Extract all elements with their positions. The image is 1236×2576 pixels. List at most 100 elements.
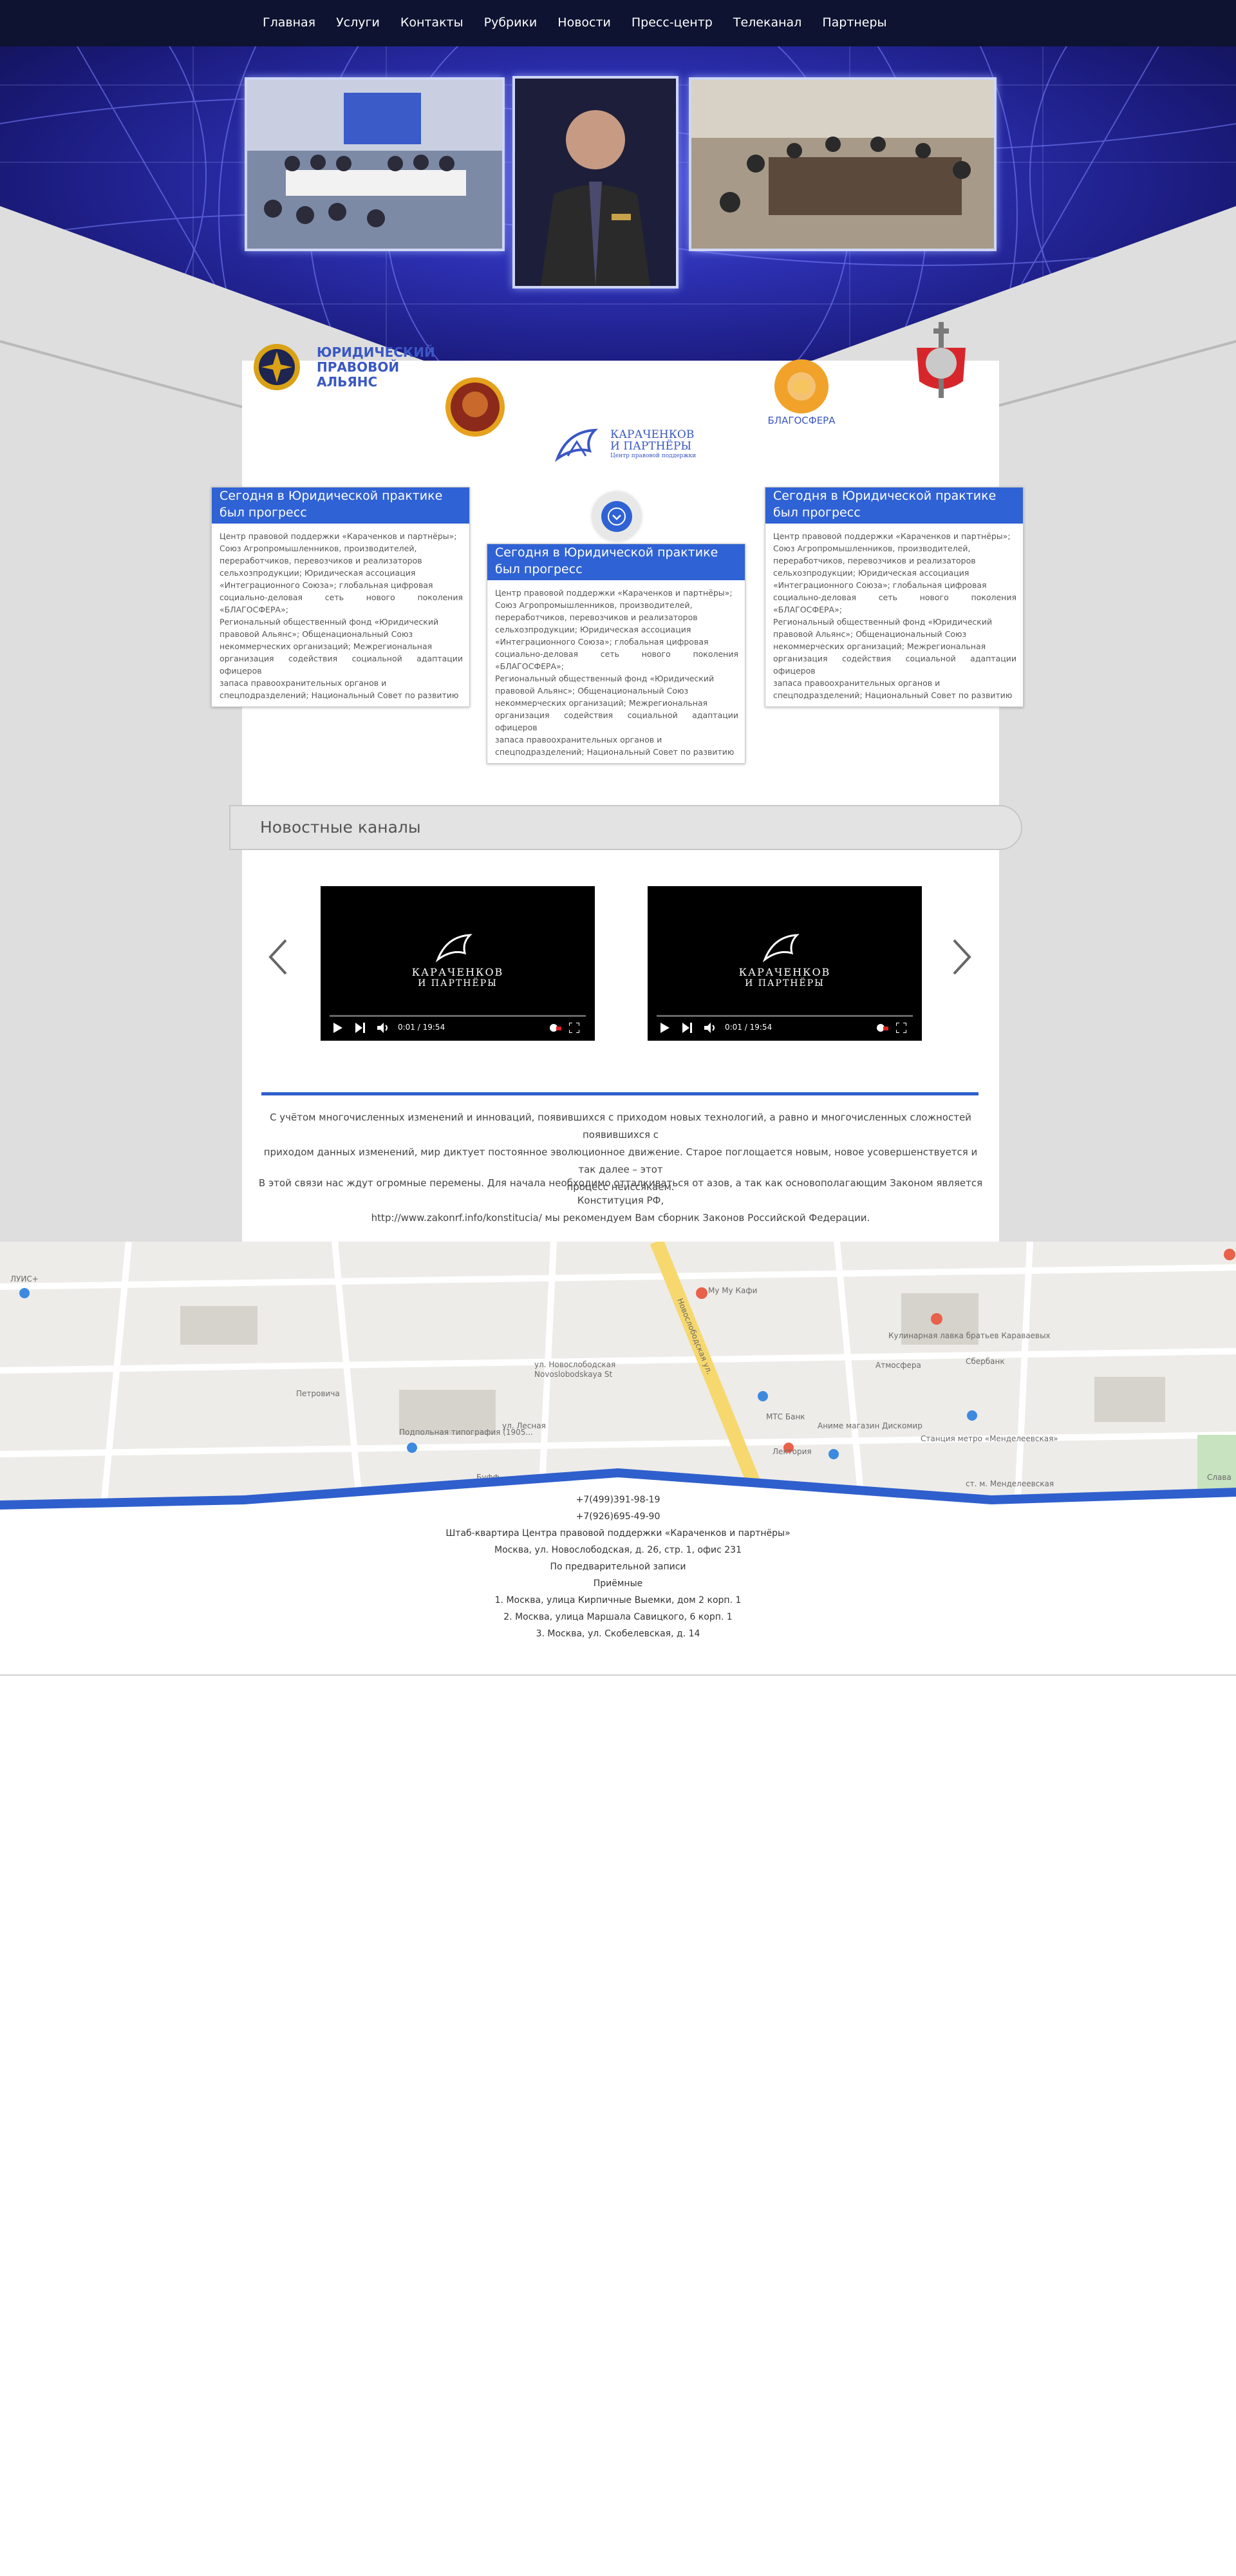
agro-union-logo[interactable]: [444, 376, 506, 438]
card-text: Центр правовой поддержки «Караченков и п…: [220, 531, 463, 700]
karachenkov-emblem-icon: [554, 428, 599, 462]
map-label: МТС Банк: [766, 1412, 805, 1421]
nav-menu: Главная Услуги Контакты Рубрики Новости …: [263, 15, 908, 30]
footer-divider: [0, 1674, 1236, 1676]
card-title: Сегодня в Юридической практике был прогр…: [212, 488, 469, 524]
map-label: Лектория: [772, 1447, 812, 1456]
constitution-line: В этой связи нас ждут огромные перемены.…: [258, 1177, 983, 1206]
footer-reception-1: 1. Москва, улица Кирпичные Выемки, дом 2…: [494, 1595, 742, 1605]
fullscreen-icon[interactable]: [569, 1023, 579, 1033]
settings-icon[interactable]: [876, 1023, 888, 1033]
constitution-link-line[interactable]: http://www.zakonrf.info/konstitucia/ мы …: [255, 1209, 986, 1227]
footer-reception-3: 3. Москва, ул. Скобелевская, д. 14: [536, 1629, 700, 1639]
karachenkov-name-line2: И ПАРТНЁРЫ: [610, 440, 692, 453]
carousel-next-icon[interactable]: [950, 938, 973, 976]
carousel-prev-icon[interactable]: [267, 938, 290, 976]
news-channels-title: Новостные каналы: [260, 818, 421, 837]
chevron-down-icon: [608, 507, 626, 526]
alliance-line-1: ЮРИДИЧЕСКИЙ: [317, 345, 435, 360]
karachenkov-subtitle: Центр правовой поддержки: [610, 453, 697, 459]
play-icon[interactable]: [333, 1023, 342, 1033]
card-text: Центр правовой поддержки «Караченков и п…: [495, 588, 738, 757]
map-label: Петровича: [296, 1389, 340, 1398]
video-logo-line1: КАРАЧЕНКОВ: [738, 966, 831, 978]
video-logo: КАРАЧЕНКОВ И ПАРТНЁРЫ: [648, 931, 922, 989]
divider-rule: [261, 1092, 979, 1095]
map-label: ул. Новослободская: [534, 1360, 615, 1369]
play-icon[interactable]: [660, 1023, 670, 1033]
footer-phone-2[interactable]: +7(926)695-49-90: [0, 1508, 1236, 1525]
video-time: 0:01 / 19:54: [398, 1023, 445, 1032]
card-title-line2: был прогресс: [773, 506, 861, 520]
karachenkov-partners-logo[interactable]: КАРАЧЕНКОВ И ПАРТНЁРЫ Центр правовой под…: [554, 425, 697, 465]
footer-phone-1[interactable]: +7(499)391-98-19: [0, 1492, 1236, 1508]
intro-line: С учётом многочисленных изменений и инно…: [270, 1112, 971, 1141]
card-title-line2: был прогресс: [220, 506, 307, 520]
map-label: ул. Лесная: [502, 1421, 546, 1430]
karachenkov-emblem-icon: [435, 934, 473, 963]
nav-item-tv-channel[interactable]: Телеканал: [733, 15, 801, 30]
footer-address: Москва, ул. Новослободская, д. 26, стр. …: [494, 1545, 742, 1555]
scroll-down-circle: [601, 501, 632, 532]
nav-item-news[interactable]: Новости: [557, 15, 611, 30]
card-text: Центр правовой поддержки «Караченков и п…: [773, 531, 1016, 700]
blagosfera-label: БЛАГОСФЕРА: [767, 415, 836, 426]
next-track-icon[interactable]: [355, 1023, 366, 1033]
map-label: Станция метро «Менделеевская»: [921, 1434, 1058, 1443]
map-label: Атмосфера: [876, 1361, 921, 1370]
video-logo-line1: КАРАЧЕНКОВ: [411, 966, 504, 978]
blagosfera-logo[interactable]: БЛАГОСФЕРА: [760, 358, 843, 429]
video-logo-line2: И ПАРТНЁРЫ: [745, 978, 825, 989]
map-label: Кулинарная лавка братьев Караваевых: [888, 1331, 1051, 1340]
practice-card-center[interactable]: Сегодня в Юридической практике был прогр…: [487, 544, 745, 764]
officers-organization-logo[interactable]: [909, 322, 973, 406]
video-time: 0:01 / 19:54: [725, 1023, 772, 1032]
practice-card-right[interactable]: Сегодня в Юридической практике был прогр…: [765, 487, 1024, 707]
nav-item-partners[interactable]: Партнеры: [822, 15, 886, 30]
constitution-paragraph: В этой связи нас ждут огромные перемены.…: [255, 1175, 986, 1227]
video-progress-bar[interactable]: [657, 1015, 913, 1017]
alliance-line-3: АЛЬЯНС: [317, 374, 378, 390]
footer-reception-2: 2. Москва, улица Маршала Савицкого, 6 ко…: [503, 1612, 733, 1622]
map-label: Сбербанк: [966, 1357, 1005, 1366]
meeting-photo-right: [689, 77, 997, 251]
scroll-down-button[interactable]: [592, 492, 641, 541]
news-channels-header: Новостные каналы: [229, 805, 1022, 850]
nav-item-contacts[interactable]: Контакты: [400, 15, 464, 30]
practice-card-left[interactable]: Сегодня в Юридической практике был прогр…: [211, 487, 470, 707]
footer-reception-heading: Приёмные: [593, 1578, 643, 1589]
nav-item-home[interactable]: Главная: [263, 15, 315, 30]
alliance-line-2: ПРАВОВОЙ: [317, 359, 400, 375]
nav-item-press-center[interactable]: Пресс-центр: [632, 15, 713, 30]
portrait-photo: [512, 76, 679, 289]
intro-line: приходом данных изменений, мир диктует п…: [263, 1146, 978, 1175]
card-title: Сегодня в Юридической практике был прогр…: [487, 544, 745, 580]
video-controls: 0:01 / 19:54: [330, 1015, 586, 1034]
top-navigation: Главная Услуги Контакты Рубрики Новости …: [0, 0, 1236, 46]
karachenkov-name-line1: КАРАЧЕНКОВ: [610, 428, 695, 441]
nav-item-rubrics[interactable]: Рубрики: [484, 15, 538, 30]
legal-alliance-logo[interactable]: ЮРИДИЧЕСКИЙ ПРАВОВОЙ АЛЬЯНС: [252, 343, 435, 394]
video-player-2[interactable]: КАРАЧЕНКОВ И ПАРТНЁРЫ 0:01 / 19:54: [648, 886, 922, 1041]
settings-icon[interactable]: [548, 1023, 561, 1033]
card-title-line2: был прогресс: [495, 562, 583, 576]
video-logo: КАРАЧЕНКОВ И ПАРТНЁРЫ: [321, 931, 595, 989]
nav-item-services[interactable]: Услуги: [336, 15, 380, 30]
conference-photo-left: [245, 77, 505, 251]
card-title-line1: Сегодня в Юридической практике: [495, 545, 718, 560]
video-controls: 0:01 / 19:54: [657, 1015, 913, 1034]
next-track-icon[interactable]: [682, 1023, 693, 1033]
karachenkov-emblem-icon: [762, 934, 800, 963]
blagosfera-emblem-icon: [774, 359, 829, 413]
video-player-1[interactable]: КАРАЧЕНКОВ И ПАРТНЁРЫ 0:01 / 19:54: [321, 886, 595, 1041]
fullscreen-icon[interactable]: [896, 1023, 906, 1033]
map-label: My My Кафи: [708, 1286, 757, 1295]
footer-contacts: +7(499)391-98-19 +7(926)695-49-90 Штаб-к…: [0, 1492, 1236, 1642]
card-title-line1: Сегодня в Юридической практике: [220, 489, 443, 503]
video-progress-bar[interactable]: [330, 1015, 586, 1017]
map-label: Novoslobodskaya St: [534, 1370, 612, 1379]
footer-appointment: По предварительной записи: [550, 1562, 686, 1572]
video-logo-line2: И ПАРТНЁРЫ: [418, 978, 498, 989]
volume-icon[interactable]: [704, 1022, 717, 1034]
volume-icon[interactable]: [377, 1022, 390, 1034]
